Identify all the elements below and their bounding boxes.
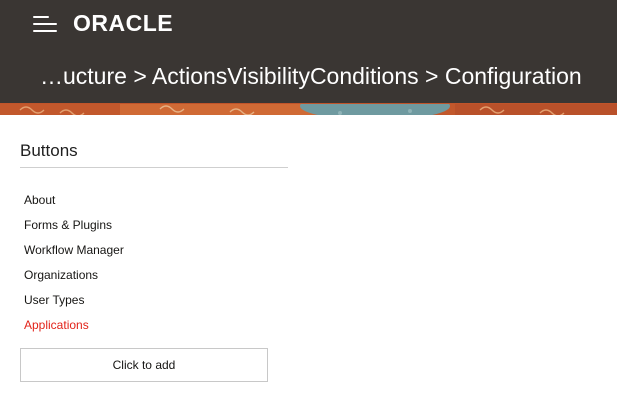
- menu-item-workflow-manager[interactable]: Workflow Manager: [24, 238, 124, 263]
- panel-divider: [20, 167, 288, 168]
- menu-item-forms-plugins[interactable]: Forms & Plugins: [24, 213, 124, 238]
- banner-pattern: [0, 103, 617, 115]
- app-header: ORACLE …ucture > ActionsVisibilityCondit…: [0, 0, 617, 103]
- hamburger-menu-icon[interactable]: [33, 15, 57, 33]
- breadcrumb: …ucture > ActionsVisibilityConditions > …: [40, 63, 582, 89]
- buttons-menu: About Forms & Plugins Workflow Manager O…: [24, 188, 124, 338]
- panel-title: Buttons: [20, 141, 78, 160]
- add-button[interactable]: Click to add: [20, 348, 268, 382]
- menu-item-about[interactable]: About: [24, 188, 124, 213]
- menu-item-applications[interactable]: Applications: [24, 313, 124, 338]
- decorative-banner: [0, 103, 617, 115]
- oracle-logo: ORACLE: [73, 10, 174, 36]
- menu-item-organizations[interactable]: Organizations: [24, 263, 124, 288]
- menu-item-user-types[interactable]: User Types: [24, 288, 124, 313]
